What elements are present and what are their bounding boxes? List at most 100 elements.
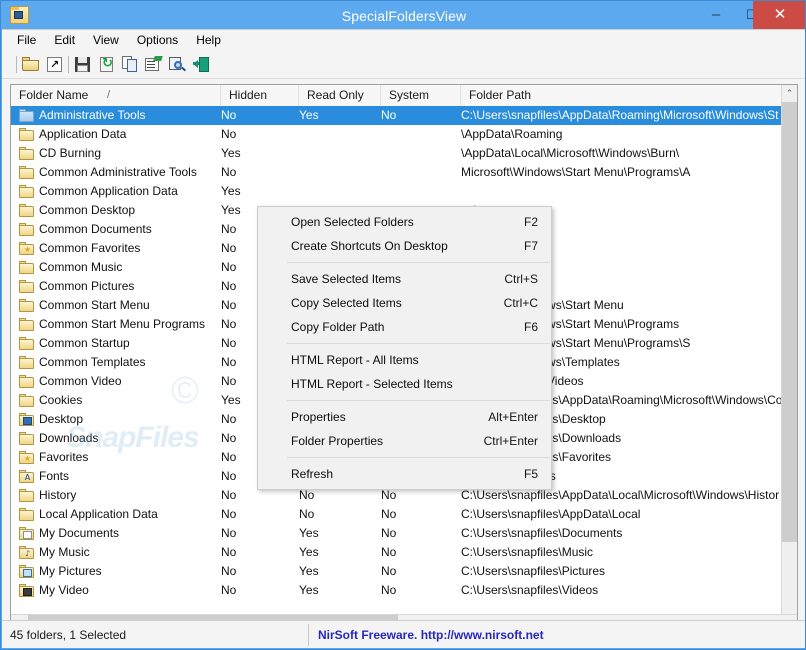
title-bar[interactable]: SpecialFoldersView – ☐ ✕	[1, 1, 805, 31]
copy-button[interactable]	[120, 54, 142, 75]
cell-folder-name: Downloads	[39, 431, 99, 445]
context-menu[interactable]: Open Selected Folders F2 Create Shortcuts …	[257, 206, 552, 490]
create-shortcut-icon: ↗	[46, 56, 64, 73]
context-menu-item[interactable]: HTML Report - Selected Items	[258, 372, 551, 396]
font-overlay-icon: A	[24, 473, 31, 482]
folder-icon	[19, 109, 34, 122]
video-overlay-icon	[23, 588, 32, 596]
cell-folder-name: Common Pictures	[39, 279, 135, 293]
context-menu-item[interactable]: Copy Selected Items Ctrl+C	[258, 291, 551, 315]
context-menu-item[interactable]: Refresh F5	[258, 462, 551, 486]
folder-icon	[19, 261, 34, 274]
folder-icon	[19, 185, 34, 198]
open-folder-button[interactable]	[20, 54, 42, 75]
context-menu-separator	[259, 457, 550, 458]
column-header-hidden[interactable]: Hidden	[221, 85, 299, 106]
cell-read-only: Yes	[299, 564, 319, 578]
table-row[interactable]: Local Application Data No No No C:\Users\sna…	[11, 505, 781, 524]
column-header-row: Folder Name / Hidden Read Only System Fo…	[11, 85, 797, 107]
folder-icon	[19, 166, 34, 179]
table-row[interactable]: ♪ My Music No Yes No C:\Users\snapfiles\Music	[11, 543, 781, 562]
properties-button[interactable]	[143, 54, 165, 75]
refresh-button[interactable]: ↻	[96, 54, 118, 75]
cell-folder-path: \AppData\Roaming	[461, 127, 563, 141]
exit-button[interactable]	[191, 54, 213, 75]
context-menu-item[interactable]: Open Selected Folders F2	[258, 210, 551, 234]
cell-system	[381, 163, 445, 182]
table-row[interactable]: CD Burning Yes \AppData\Local\Microsoft\Wi…	[11, 144, 781, 163]
cell-folder-path: C:\Users\snapfiles\AppData\Local	[461, 507, 641, 521]
vertical-scrollbar[interactable]: ⌃ ⌄	[781, 85, 797, 631]
context-menu-item[interactable]: Properties Alt+Enter	[258, 405, 551, 429]
table-row[interactable]: Common Administrative Tools No Microsoft\W…	[11, 163, 781, 182]
minimize-icon: –	[711, 6, 721, 23]
application-window: SpecialFoldersView – ☐ ✕ File Edit View …	[0, 0, 806, 650]
table-row[interactable]: Common Application Data Yes	[11, 182, 781, 201]
context-menu-item-accelerator: F7	[523, 239, 538, 253]
folder-desktop-icon	[19, 413, 34, 426]
context-menu-item[interactable]: Save Selected Items Ctrl+S	[258, 267, 551, 291]
context-menu-item[interactable]: Copy Folder Path F6	[258, 315, 551, 339]
menu-view[interactable]: View	[84, 30, 128, 51]
cell-folder-name: My Pictures	[39, 564, 102, 578]
menu-edit[interactable]: Edit	[45, 30, 84, 51]
table-row[interactable]: Administrative Tools No Yes No C:\Users\snap…	[11, 106, 781, 125]
cell-folder-name: Common Templates	[39, 355, 146, 369]
context-menu-item-accelerator: Ctrl+S	[504, 272, 538, 286]
minimize-button[interactable]: –	[699, 4, 733, 26]
menu-help[interactable]: Help	[187, 30, 230, 51]
cell-folder-name: Common Favorites	[39, 241, 141, 255]
cell-hidden: No	[221, 507, 237, 521]
cell-hidden: No	[221, 165, 237, 179]
context-menu-item-label: Properties	[291, 410, 346, 424]
folder-icon	[19, 223, 34, 236]
column-header-folder-name[interactable]: Folder Name /	[11, 85, 221, 106]
cell-system: No	[381, 108, 397, 122]
column-header-read-only[interactable]: Read Only	[299, 85, 381, 106]
context-menu-item[interactable]: Create Shortcuts On Desktop F7	[258, 234, 551, 258]
table-row[interactable]: My Pictures No Yes No C:\Users\snapfiles\Pic…	[11, 562, 781, 581]
context-menu-item[interactable]: HTML Report - All Items	[258, 348, 551, 372]
context-menu-item[interactable]: Folder Properties Ctrl+Enter	[258, 429, 551, 453]
folder-video-icon	[19, 584, 34, 597]
save-button[interactable]	[72, 54, 94, 75]
vertical-scroll-thumb[interactable]	[782, 102, 797, 542]
cell-folder-name: Application Data	[39, 127, 127, 141]
document-overlay-icon	[23, 531, 32, 539]
menu-options[interactable]: Options	[128, 30, 187, 51]
column-header-system[interactable]: System	[381, 85, 461, 106]
context-menu-item-accelerator: Alt+Enter	[488, 410, 538, 424]
cell-read-only: Yes	[299, 545, 319, 559]
close-button[interactable]: ✕	[753, 1, 805, 29]
cell-folder-path	[461, 182, 781, 201]
cell-read-only: Yes	[299, 526, 319, 540]
folder-icon	[19, 375, 34, 388]
cell-folder-name: My Music	[39, 545, 90, 559]
folder-icon	[19, 299, 34, 312]
context-menu-item-label: Save Selected Items	[291, 272, 402, 286]
open-folder-icon	[22, 56, 40, 73]
toolbar-separator	[16, 56, 17, 73]
table-row[interactable]: My Video No Yes No C:\Users\snapfiles\Videos	[11, 581, 781, 600]
menu-file[interactable]: File	[8, 30, 45, 51]
find-button[interactable]	[167, 54, 189, 75]
nirsoft-link[interactable]: NirSoft Freeware. http://www.nirsoft.net	[318, 621, 544, 649]
refresh-icon: ↻	[100, 56, 113, 72]
column-header-folder-path[interactable]: Folder Path	[461, 85, 797, 106]
scroll-up-icon[interactable]: ⌃	[782, 85, 797, 102]
cell-folder-name: My Documents	[39, 526, 120, 540]
table-row[interactable]: Application Data No \AppData\Roaming	[11, 125, 781, 144]
cell-folder-path: C:\Users\snapfiles\Videos	[461, 583, 599, 597]
cell-system: No	[381, 564, 397, 578]
table-row[interactable]: My Documents No Yes No C:\Users\snapfiles\Do…	[11, 524, 781, 543]
properties-icon	[145, 56, 163, 73]
cell-system: No	[381, 526, 397, 540]
cell-hidden: Yes	[221, 146, 241, 160]
context-menu-item-accelerator: F2	[523, 215, 538, 229]
cell-hidden: No	[221, 545, 237, 559]
cell-hidden: Yes	[221, 184, 241, 198]
status-folder-count: 45 folders, 1 Selected	[10, 628, 127, 642]
folder-fonts-icon: A	[19, 470, 34, 483]
folder-icon	[19, 337, 34, 350]
create-shortcut-button[interactable]: ↗	[44, 54, 66, 75]
